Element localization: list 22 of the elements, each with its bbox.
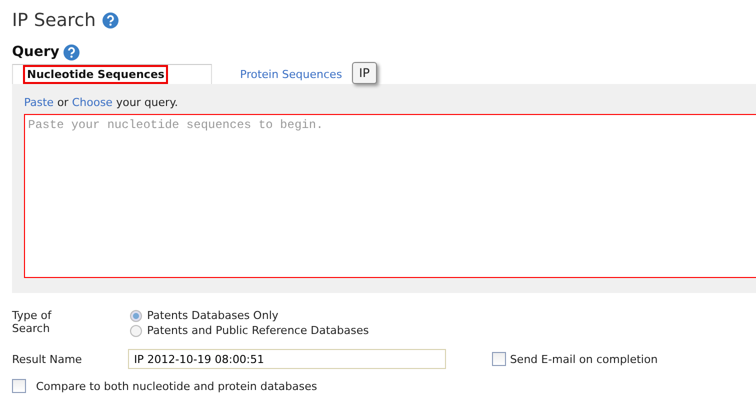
field-label: Type of Search <box>12 309 53 337</box>
tooltip: IP <box>352 62 377 84</box>
paste-link[interactable]: Paste <box>24 96 54 109</box>
instruction-text: or <box>57 96 68 109</box>
page-title: IP Search <box>12 10 96 30</box>
checkbox[interactable] <box>12 379 26 393</box>
result-name-field[interactable]: IP 2012-10-19 08:00:51 <box>128 349 446 369</box>
field-label: Result Name <box>12 352 82 366</box>
help-icon[interactable] <box>102 12 119 28</box>
option-label: Patents Databases Only <box>147 309 278 322</box>
instruction-text: your query. <box>116 96 178 109</box>
checkbox[interactable] <box>492 352 506 366</box>
help-icon[interactable] <box>63 44 80 60</box>
tab[interactable]: Nucleotide Sequences <box>12 64 212 84</box>
checkbox-label: Compare to both nucleotide and protein databases <box>36 380 318 392</box>
radio-button[interactable] <box>130 310 142 322</box>
option-label: Patents and Public Reference Databases <box>147 324 369 337</box>
sequence-field[interactable]: Paste your nucleotide sequences to begin. <box>24 114 756 278</box>
section-heading: Query <box>12 44 60 60</box>
checkbox-label: Send E-mail on completion <box>510 352 658 366</box>
choose-link[interactable]: Choose <box>72 96 113 109</box>
radio-button[interactable] <box>130 324 142 336</box>
